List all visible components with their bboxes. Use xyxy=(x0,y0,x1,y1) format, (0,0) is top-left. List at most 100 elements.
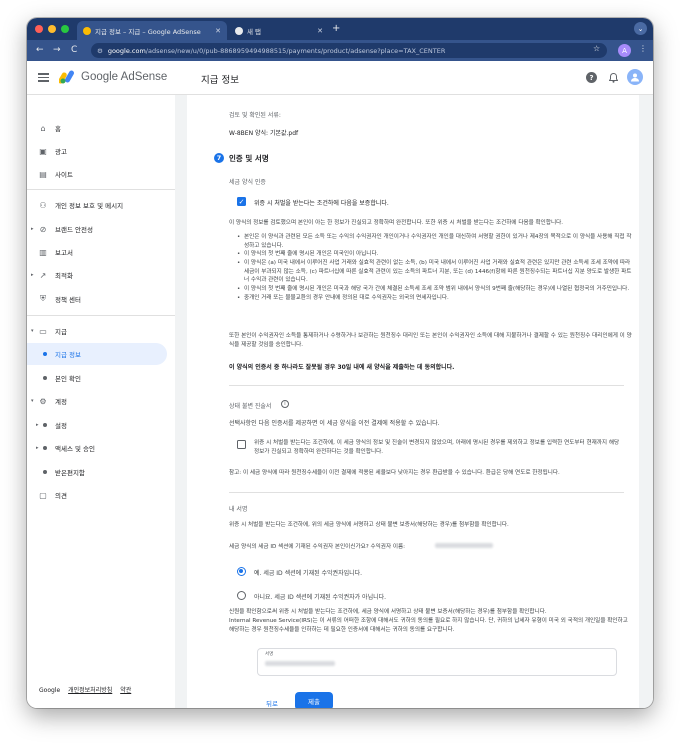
sidebar-item-home[interactable]: ⌂ 홈 xyxy=(27,117,167,139)
radio-no[interactable] xyxy=(237,591,246,600)
sidebar-item-privacy[interactable]: ⚇ 개인 정보 보호 및 메시지 xyxy=(27,194,167,216)
bullet-dot xyxy=(43,446,47,450)
payments-icon: ▭ xyxy=(39,326,47,336)
app-header: Google AdSense 지급 정보 ? xyxy=(27,61,653,95)
optimize-icon: ↗ xyxy=(39,270,47,280)
sidebar-item-reports[interactable]: ▥ 보고서 xyxy=(27,241,167,263)
bookmark-star-icon[interactable]: ☆ xyxy=(593,44,600,53)
status-description: 선택사항인 다음 인증서를 제공하면 이 세금 양식을 이전 결제에 적용할 수… xyxy=(229,420,440,427)
signature-field-label: 서명 xyxy=(265,652,274,657)
perjury-checkbox[interactable]: ✓ xyxy=(237,197,246,206)
help-icon[interactable]: ? xyxy=(586,72,597,83)
sidebar-item-label: 계정 xyxy=(55,398,67,406)
tab-title: 새 탭 xyxy=(247,27,262,36)
bullet-item: 중개인 거래 또는 물물교환의 경우 안내에 정의된 대로 수익권자는 외국의 … xyxy=(237,294,635,303)
tab-new[interactable]: 새 탭 ✕ xyxy=(229,21,329,40)
footer-google: Google xyxy=(39,687,61,694)
sidebar-item-label: 설정 xyxy=(55,422,67,430)
close-window-button[interactable] xyxy=(35,25,43,33)
signature-label: 내 서명 xyxy=(229,506,248,513)
signature-description: 위증 시 처벌을 받는다는 조건하에, 위의 세금 양식에 서명하고 상태 불변… xyxy=(229,522,509,528)
radio-yes[interactable] xyxy=(237,567,246,576)
sidebar-item-account[interactable]: ▾ ⚙ 계정 xyxy=(27,390,167,412)
tab-search-icon[interactable]: ⌄ xyxy=(634,22,647,35)
browser-menu-icon[interactable]: ⋮ xyxy=(639,44,647,53)
back-button[interactable]: 뒤로 xyxy=(257,695,287,708)
forward-icon[interactable]: → xyxy=(53,45,61,55)
sidebar-item-payments[interactable]: ▾ ▭ 지급 xyxy=(27,320,167,342)
sidebar-item-feedback[interactable]: ▢ 의견 xyxy=(27,484,167,506)
terms-link[interactable]: 약관 xyxy=(120,687,131,694)
privacy-policy-link[interactable]: 개인정보처리방침 xyxy=(68,687,112,694)
bullet-dot xyxy=(43,376,47,380)
profile-avatar[interactable]: A xyxy=(618,44,631,57)
maximize-window-button[interactable] xyxy=(61,25,69,33)
bullet-item: 본인은 이 양식과 관련된 모든 소득 또는 수익의 수익권자인 개인이거나 수… xyxy=(237,233,635,250)
privacy-icon: ⚇ xyxy=(39,200,47,210)
bullet-item: 이 양식은 (a) 미국 내에서 이루어진 사업 거래와 실효적 관련이 없는 … xyxy=(237,259,635,285)
browser-window: 지급 정보 – 지급 – Google AdSense ✕ 새 탭 ✕ + ⌄ … xyxy=(27,18,653,708)
sidebar-item-label: 사이트 xyxy=(55,171,73,179)
beneficial-owner-question: 세금 양식의 세금 ID 섹션에 기재된 수익권자 본인이신가요? 수익권자 이… xyxy=(229,544,406,550)
redacted-signature xyxy=(265,661,335,666)
sites-icon: ▤ xyxy=(39,169,47,179)
close-tab-icon[interactable]: ✕ xyxy=(317,27,323,35)
sidebar-item-label: 의견 xyxy=(55,492,67,500)
signature-field[interactable]: 서명 xyxy=(257,648,617,676)
sidebar-item-policy-center[interactable]: ⛨ 정책 센터 xyxy=(27,288,167,310)
status-checkbox[interactable] xyxy=(237,440,246,449)
url-domain: google.com xyxy=(107,46,146,55)
back-icon[interactable]: ← xyxy=(36,45,44,55)
site-info-icon[interactable]: ⚙ xyxy=(97,47,103,55)
tab-title: 지급 정보 – 지급 – Google AdSense xyxy=(95,27,201,36)
sidebar-item-sites[interactable]: ▤ 사이트 xyxy=(27,163,167,185)
expand-caret-icon: ▸ xyxy=(31,272,34,278)
sidebar-item-label: 광고 xyxy=(55,148,67,156)
window-controls xyxy=(35,25,69,33)
submit-button[interactable]: 제출 xyxy=(295,692,333,708)
sidebar-divider xyxy=(27,315,175,316)
sidebar-item-optimize[interactable]: ▸ ↗ 최적화 xyxy=(27,264,167,286)
bullet-dot xyxy=(43,423,47,427)
url-path: /adsense/new/u/0/pub-8868959494988515/pa… xyxy=(145,46,446,55)
tab-adsense[interactable]: 지급 정보 – 지급 – Google AdSense ✕ xyxy=(77,21,227,40)
sidebar-item-verification[interactable]: 본인 확인 xyxy=(27,367,167,389)
radio-no-label: 아니요. 세금 ID 섹션에 기재된 수익권자가 아닙니다. xyxy=(254,594,387,601)
adsense-logo-icon xyxy=(59,70,74,84)
minimize-window-button[interactable] xyxy=(48,25,56,33)
step-number-badge: 7 xyxy=(214,153,224,163)
sidebar-item-label: 받은편지함 xyxy=(55,469,85,477)
sidebar-item-brand-safety[interactable]: ▸ ⊘ 브랜드 안전성 xyxy=(27,218,167,240)
sidebar-item-label: 본인 확인 xyxy=(55,375,81,383)
page-title: 지급 정보 xyxy=(201,75,239,86)
sidebar: ⌂ 홈 ▣ 광고 ▤ 사이트 ⚇ 개인 정보 보호 및 메시지 ▸ ⊘ 브랜드 … xyxy=(27,95,175,708)
redacted-name xyxy=(435,543,493,548)
notifications-bell-icon[interactable] xyxy=(608,72,619,83)
info-icon[interactable]: i xyxy=(281,400,289,408)
bullet-item: 이 양식의 첫 번째 줄에 명시된 개인은 미국과 해당 국가 간에 체결된 소… xyxy=(237,285,635,294)
close-tab-icon[interactable]: ✕ xyxy=(215,27,221,35)
section-divider xyxy=(229,492,624,493)
sidebar-item-inbox[interactable]: 받은편지함 xyxy=(27,461,167,483)
collapse-caret-icon: ▾ xyxy=(31,398,34,404)
collapse-caret-icon: ▾ xyxy=(31,328,34,334)
status-note: 참고: 이 세금 양식에 따라 원천징수세율이 이전 결제에 적용된 세율보다 … xyxy=(229,470,560,476)
expand-caret-icon: ▸ xyxy=(36,445,39,451)
home-icon: ⌂ xyxy=(40,123,46,133)
address-bar[interactable]: ⚙ google.com /adsense/new/u/0/pub-886895… xyxy=(91,43,607,58)
bullet-item: 이 양식의 첫 번째 줄에 명시된 개인은 미국인이 아닙니다. xyxy=(237,250,635,259)
account-avatar[interactable] xyxy=(627,69,643,85)
reload-icon[interactable]: C xyxy=(71,45,77,55)
tax-form-card: 검토 및 확인된 서류: W-8BEN 양식: 기본값.pdf 7 인증 및 서… xyxy=(187,95,639,708)
new-tab-button[interactable]: + xyxy=(332,23,340,34)
final-paragraph-2: Internal Revenue Service(IRS)는 이 서류의 어떠한… xyxy=(229,618,628,633)
block-icon: ⊘ xyxy=(39,224,47,234)
sidebar-item-access[interactable]: ▸ 액세스 및 승인 xyxy=(27,437,167,459)
hamburger-menu-icon[interactable] xyxy=(38,73,49,82)
tab-bar: 지급 정보 – 지급 – Google AdSense ✕ 새 탭 ✕ + ⌄ xyxy=(27,18,653,40)
adsense-favicon-icon xyxy=(83,26,91,35)
sidebar-item-ads[interactable]: ▣ 광고 xyxy=(27,140,167,162)
sidebar-item-settings[interactable]: ▸ 설정 xyxy=(27,414,167,436)
sidebar-item-payment-info[interactable]: 지급 정보 xyxy=(27,343,167,365)
sidebar-footer: Google 개인정보처리방침 약관 xyxy=(39,685,137,694)
